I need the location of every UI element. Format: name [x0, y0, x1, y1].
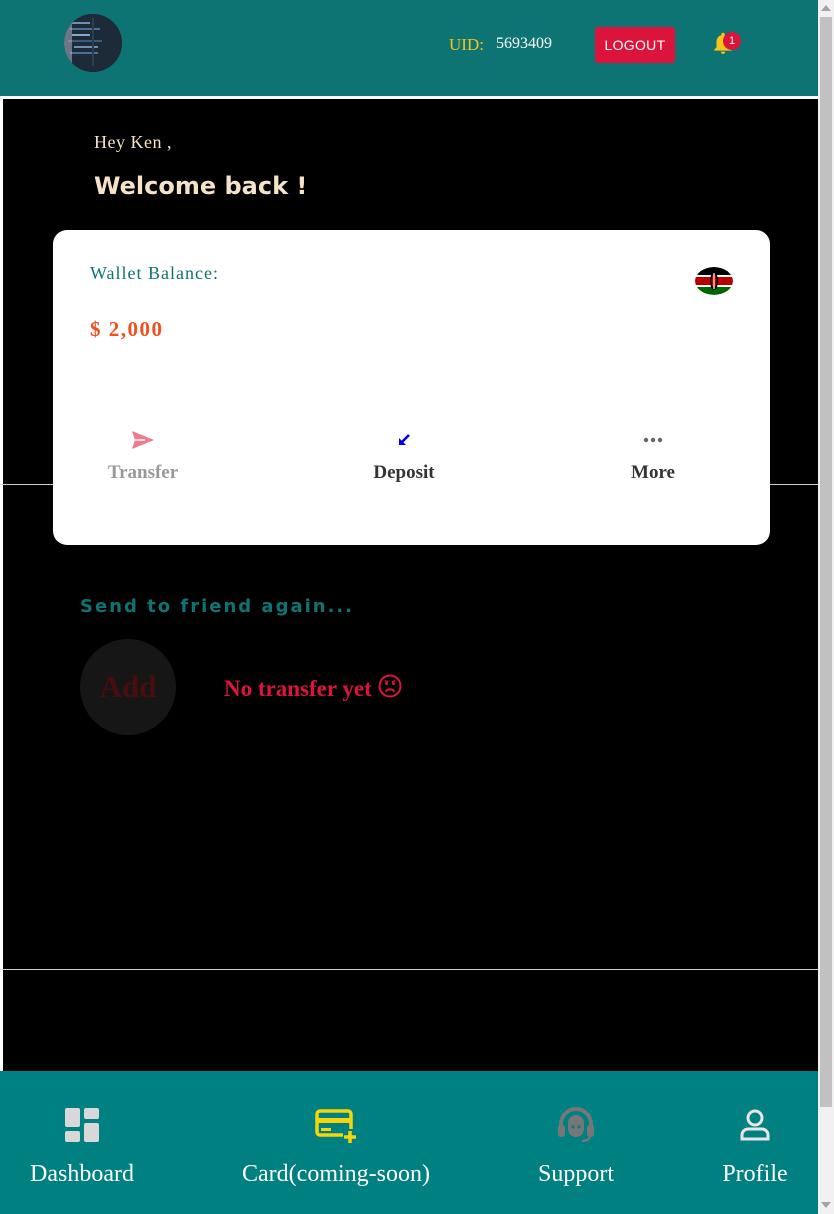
- add-friend-button[interactable]: Add: [80, 639, 176, 735]
- scroll-up-arrow-icon[interactable]: [821, 5, 831, 11]
- send-icon: [83, 428, 203, 452]
- nav-dashboard[interactable]: Dashboard: [30, 1105, 134, 1188]
- bottom-nav: Dashboard Card(coming-soon) Support Prof…: [0, 1071, 818, 1214]
- scrollbar-thumb[interactable]: [820, 17, 832, 1107]
- top-header: UID: 5693409 LOGOUT 1: [0, 0, 818, 96]
- sad-face-icon: [378, 674, 402, 704]
- more-dots-icon: [593, 428, 713, 452]
- welcome-heading: Welcome back !: [94, 172, 308, 200]
- more-action[interactable]: More: [593, 428, 713, 484]
- kenya-flag-icon: [695, 267, 733, 295]
- wallet-card: Wallet Balance: $ 2,000 Transfer Deposit…: [53, 230, 770, 545]
- nav-dashboard-label: Dashboard: [30, 1161, 134, 1187]
- uid-label: UID:: [449, 35, 484, 54]
- transfer-label: Transfer: [107, 462, 179, 483]
- scroll-down-arrow-icon[interactable]: [821, 1202, 831, 1208]
- headset-icon: [536, 1105, 616, 1145]
- deposit-label: Deposit: [373, 462, 435, 483]
- person-icon: [715, 1105, 795, 1145]
- uid-value: 5693409: [496, 35, 552, 52]
- no-transfer-text: No transfer yet: [224, 676, 372, 701]
- divider: [0, 969, 818, 970]
- arrow-down-left-icon: [344, 428, 464, 452]
- transfer-action[interactable]: Transfer: [83, 428, 203, 484]
- greeting-text: Hey Ken ,: [94, 132, 172, 152]
- wallet-balance-value: $ 2,000: [90, 317, 164, 341]
- nav-support-label: Support: [537, 1161, 614, 1187]
- dashboard-icon: [30, 1105, 134, 1145]
- more-label: More: [631, 462, 675, 483]
- nav-profile-label: Profile: [722, 1161, 788, 1187]
- nav-card-label: Card(coming-soon): [242, 1161, 430, 1187]
- logout-button[interactable]: LOGOUT: [595, 27, 675, 63]
- avatar[interactable]: [64, 14, 122, 72]
- notification-badge: 1: [723, 32, 741, 50]
- card-add-icon: [242, 1105, 430, 1145]
- nav-support[interactable]: Support: [536, 1105, 616, 1188]
- nav-profile[interactable]: Profile: [715, 1105, 795, 1188]
- deposit-action[interactable]: Deposit: [344, 428, 464, 484]
- send-friend-heading: Send to friend again...: [80, 596, 355, 617]
- wallet-balance-label: Wallet Balance:: [90, 263, 219, 283]
- nav-card[interactable]: Card(coming-soon): [242, 1105, 430, 1188]
- no-transfer-message: No transfer yet: [224, 674, 402, 704]
